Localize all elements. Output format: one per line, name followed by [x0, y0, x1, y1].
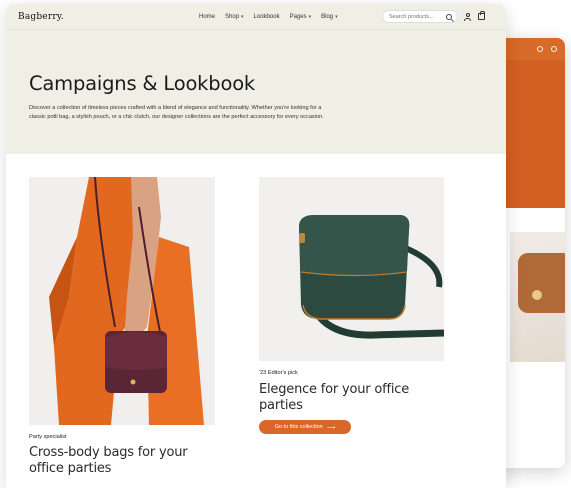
arrow-right-icon: ⟶ [326, 424, 336, 431]
main-menu: Home Shop ▾ Lookbook Pages ▾ Blog ▾ [199, 4, 338, 30]
brand-logo[interactable]: Bagberry. [18, 12, 64, 22]
showcase-stage: Bagberry. Home Shop ▾ Lookbook Pages ▾ Blo… [0, 0, 571, 488]
main-window: Bagberry. Home Shop ▾ Lookbook Pages ▾ Blo… [6, 4, 506, 488]
bag-clasp [532, 290, 542, 300]
nav-lookbook-label: Lookbook [253, 14, 280, 20]
card-title[interactable]: Cross-body bags for your office parties [29, 445, 209, 476]
bag-icon [551, 46, 557, 52]
user-icon [537, 46, 543, 52]
card-image-orange-model[interactable] [29, 177, 215, 425]
card-title[interactable]: Elegence for your office parties [259, 382, 434, 413]
nav-home-label: Home [199, 14, 216, 20]
chevron-down-icon: ▾ [241, 14, 244, 20]
nav-blog[interactable]: Blog ▾ [321, 14, 338, 20]
chevron-down-icon: ▾ [335, 14, 338, 20]
card-image-green-bag[interactable] [259, 177, 444, 361]
search-box [382, 10, 458, 23]
nav-shop-label: Shop [225, 14, 240, 20]
user-icon[interactable] [464, 13, 471, 21]
hero-section: Campaigns & Lookbook Discover a collecti… [6, 30, 506, 154]
go-to-collection-button[interactable]: Go to this collection ⟶ [259, 420, 351, 434]
brown-bag-image [518, 253, 565, 313]
card-tag: Party specialist [29, 434, 67, 440]
nav-shop[interactable]: Shop ▾ [225, 14, 244, 20]
orange-model-photo [29, 177, 215, 425]
card-tag: '23 Editor's pick [259, 370, 298, 376]
bag-icon[interactable] [478, 11, 485, 20]
nav-pages[interactable]: Pages ▾ [290, 14, 312, 20]
nav-blog-label: Blog [321, 14, 334, 20]
chevron-down-icon: ▾ [308, 14, 312, 20]
nav-lookbook[interactable]: Lookbook [254, 14, 280, 20]
page-title: Campaigns & Lookbook [29, 72, 256, 95]
search-input[interactable] [389, 13, 445, 20]
top-navbar: Bagberry. Home Shop ▾ Lookbook Pages ▾ Blo… [6, 4, 506, 30]
search-icon[interactable] [446, 14, 452, 20]
hero-description: Discover a collection of timeless pieces… [29, 105, 324, 120]
nav-home[interactable]: Home [199, 14, 215, 20]
nav-pages-label: Pages [289, 14, 307, 20]
green-bag-photo [259, 177, 444, 361]
lookbook-cards: Party specialist Cross-body bags for you… [6, 154, 506, 488]
cta-label: Go to this collection [274, 424, 323, 430]
